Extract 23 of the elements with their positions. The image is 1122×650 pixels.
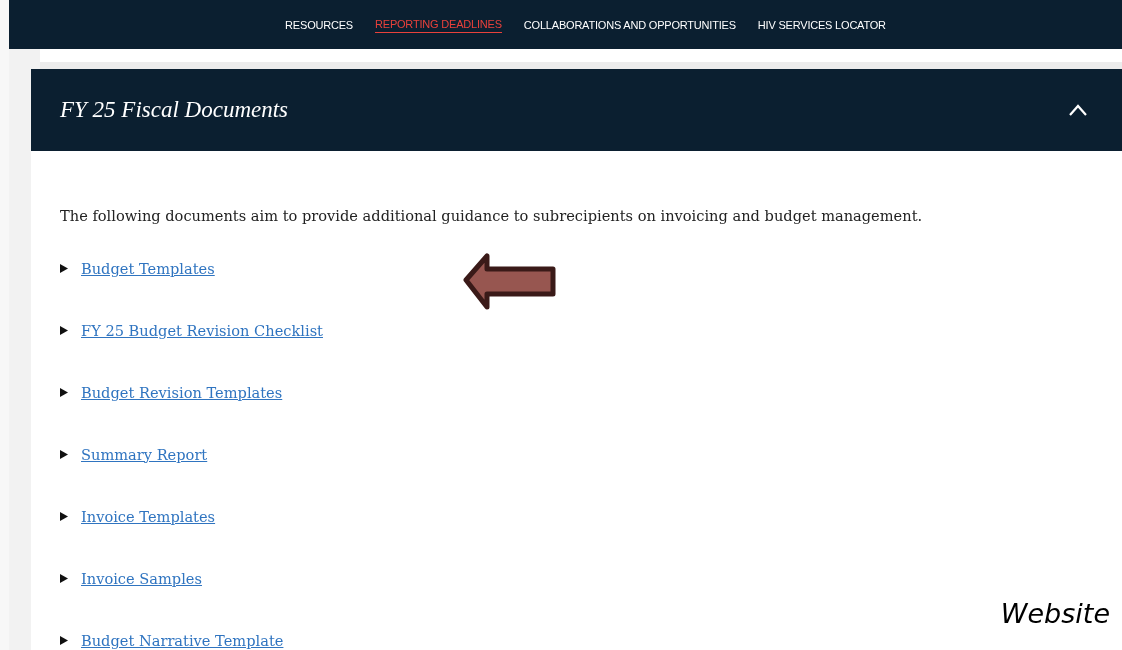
intro-text: The following documents aim to provide additional guidance to subrecipients on invoicing and budget management. [60,207,924,224]
document-link[interactable]: Invoice Templates [81,507,216,525]
nav-link[interactable]: HIV SERVICES LOCATOR [757,16,886,33]
triangle-icon[interactable] [60,449,68,459]
document-link[interactable]: Budget Revision Templates [81,383,283,401]
caption: Website [1000,598,1110,629]
accordion-title: FY 25 Fiscal Documents [60,97,289,123]
triangle-icon[interactable] [60,263,68,273]
document-link[interactable]: FY 25 Budget Revision Checklist [81,321,323,339]
nav-link[interactable]: COLLABORATIONS AND OPPORTUNITIES [523,16,736,33]
triangle-icon[interactable] [60,573,68,583]
nav-link[interactable]: REPORTING DEADLINES [375,16,502,33]
document-link[interactable]: Budget Narrative Template [81,631,284,649]
document-link[interactable]: Invoice Samples [81,569,202,587]
chevron-up-icon[interactable] [1068,104,1088,116]
triangle-icon[interactable] [60,387,68,397]
accordion-header[interactable]: FY 25 Fiscal Documents [31,69,1122,151]
triangle-icon[interactable] [60,635,68,645]
document-link[interactable]: Budget Templates [81,259,215,277]
nav-link[interactable]: RESOURCES [285,16,353,33]
triangle-icon[interactable] [60,325,68,335]
document-link[interactable]: Summary Report [81,445,208,463]
triangle-icon[interactable] [60,511,68,521]
